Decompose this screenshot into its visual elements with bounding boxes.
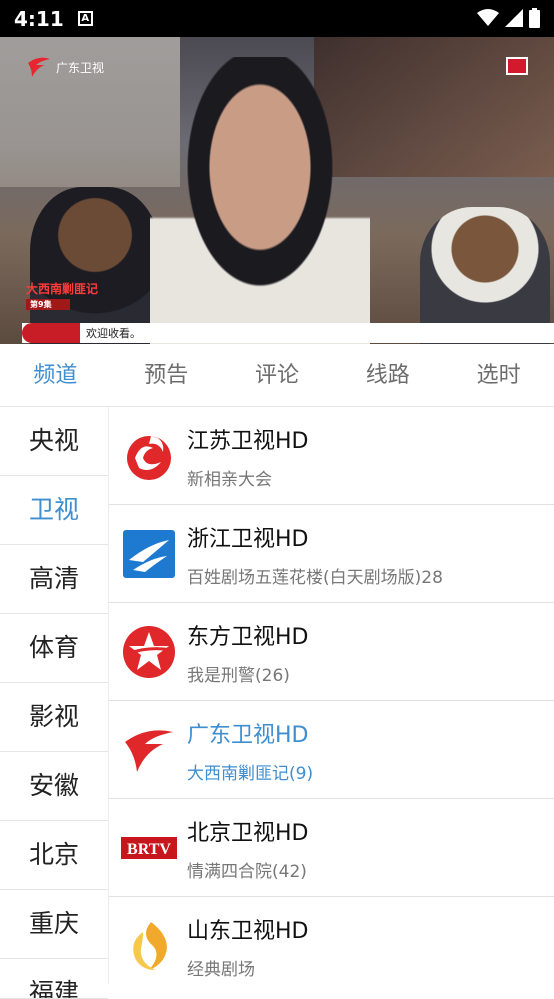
zhejiang-logo-icon [123, 530, 175, 578]
notification-icon: A [77, 11, 93, 26]
shandong-logo-icon [133, 922, 167, 970]
category-item[interactable]: 央视 [0, 407, 108, 476]
channel-program: 我是刑警(26) [187, 666, 290, 686]
category-item[interactable]: 安徽 [0, 752, 108, 821]
watermark-text: 广东卫视 [56, 60, 105, 75]
tab-lines[interactable]: 线路 [332, 344, 443, 406]
brtv-logo-icon: BRTV [121, 837, 177, 859]
tab-time-select[interactable]: 选时 [443, 344, 554, 406]
channel-row[interactable]: 东方卫视HD 我是刑警(26) [109, 603, 554, 701]
battery-icon [529, 8, 540, 28]
guangdong-logo-icon [125, 730, 173, 772]
channel-program: 情满四合院(42) [187, 862, 307, 882]
tab-schedule[interactable]: 预告 [111, 344, 222, 406]
channel-program: 新相亲大会 [187, 470, 272, 490]
channel-name: 江苏卫视HD [187, 429, 309, 454]
svg-text:BRTV: BRTV [127, 841, 171, 858]
episode-label: 第9集 [26, 299, 70, 310]
channel-row[interactable]: 浙江卫视HD 百姓剧场五莲花楼(白天剧场版)28 [109, 505, 554, 603]
video-player[interactable]: 广东卫视 大西南剿匪记 第9集 欢迎收看。 [0, 37, 554, 344]
channel-row[interactable]: 山东卫视HD 经典剧场 [109, 897, 554, 984]
channel-watermark: 广东卫视 [26, 55, 104, 79]
tab-channels[interactable]: 频道 [0, 344, 111, 406]
category-item[interactable]: 重庆 [0, 890, 108, 959]
ticker-text: 欢迎收看。 [86, 327, 141, 340]
category-item[interactable]: 北京 [0, 821, 108, 890]
status-bar: 4:11 A [0, 0, 554, 37]
tab-bar: 频道 预告 评论 线路 选时 [0, 344, 554, 407]
channel-name: 东方卫视HD [187, 625, 309, 650]
ticker-logo-icon [22, 323, 80, 343]
signal-icon [505, 9, 523, 27]
ticker-bar: 欢迎收看。 [22, 323, 554, 343]
guangdong-watermark-icon [28, 57, 50, 77]
category-item[interactable]: 高清 [0, 545, 108, 614]
channel-name: 北京卫视HD [187, 821, 309, 846]
channel-program: 经典剧场 [187, 960, 255, 980]
dongfang-logo-icon [123, 626, 175, 678]
category-item[interactable]: 卫视 [0, 476, 108, 545]
category-item[interactable]: 体育 [0, 614, 108, 683]
jiangsu-logo-icon [127, 436, 171, 480]
channel-program: 百姓剧场五莲花楼(白天剧场版)28 [187, 568, 443, 588]
channel-program: 大西南剿匪记(9) [187, 764, 314, 784]
category-sidebar: 央视 卫视 高清 体育 影视 安徽 北京 重庆 福建 [0, 407, 108, 999]
channel-row[interactable]: BRTV 北京卫视HD 情满四合院(42) [109, 799, 554, 897]
show-title-overlay: 大西南剿匪记 第9集 [26, 282, 99, 310]
channel-name: 广东卫视HD [187, 723, 309, 748]
channel-row[interactable]: 广东卫视HD 大西南剿匪记(9) [109, 701, 554, 799]
channel-name: 山东卫视HD [187, 919, 309, 944]
category-item[interactable]: 福建 [0, 959, 108, 999]
wifi-icon [477, 9, 499, 26]
channel-list: 江苏卫视HD 新相亲大会 浙江卫视HD 百姓剧场五莲花楼(白天剧场版)28 东方… [108, 407, 554, 984]
flag-icon [506, 57, 528, 75]
category-item[interactable]: 影视 [0, 683, 108, 752]
tab-comments[interactable]: 评论 [222, 344, 333, 406]
status-time: 4:11 [14, 6, 64, 31]
channel-name: 浙江卫视HD [187, 527, 309, 552]
video-frame [150, 57, 370, 344]
channel-row[interactable]: 江苏卫视HD 新相亲大会 [109, 407, 554, 505]
